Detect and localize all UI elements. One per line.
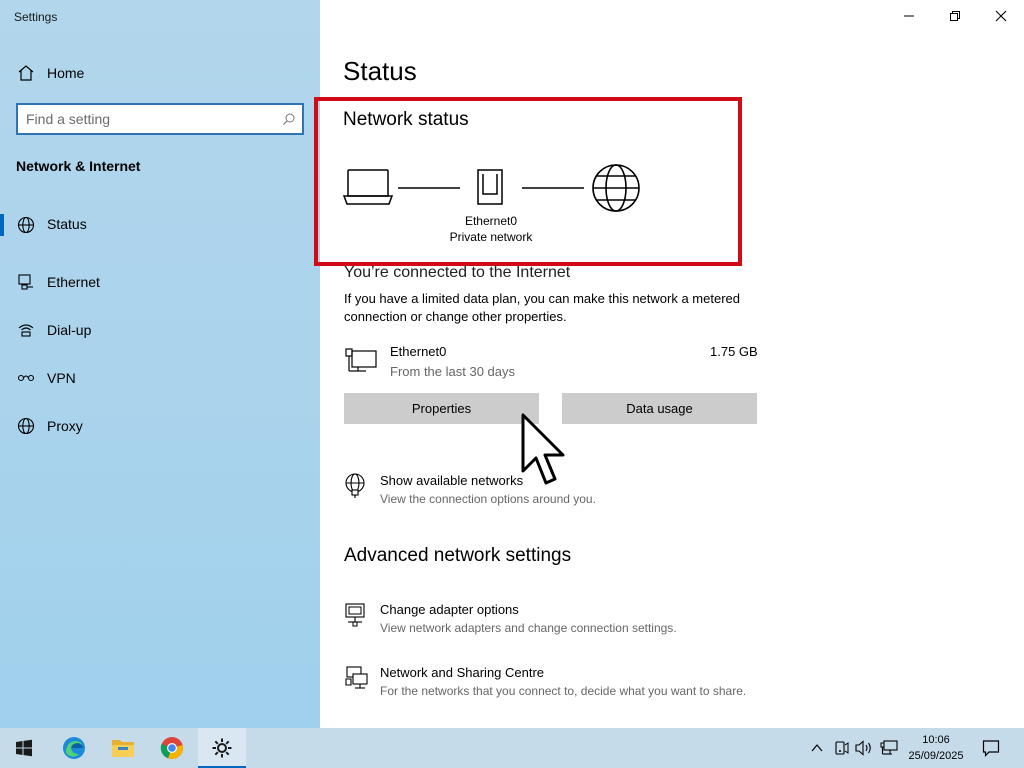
meet-now-tray-button[interactable] — [830, 728, 852, 768]
volume-tray-button[interactable] — [853, 728, 875, 768]
home-icon — [16, 64, 36, 82]
show-networks-title: Show available networks — [380, 473, 524, 488]
page-title: Status — [343, 56, 417, 86]
connected-title: You’re connected to the Internet — [344, 264, 571, 281]
show-hidden-icons-button[interactable] — [806, 728, 828, 768]
laptop-icon — [342, 169, 394, 205]
ethernet-port-icon — [477, 169, 503, 205]
sidebar-item-label: Status — [47, 216, 87, 232]
edge-icon — [63, 737, 85, 759]
start-button[interactable] — [0, 728, 48, 768]
search-input[interactable] — [18, 111, 276, 127]
proxy-globe-icon — [16, 417, 36, 435]
sharing-centre-subtitle: For the networks that you connect to, de… — [380, 684, 747, 698]
sharing-centre-icon — [345, 666, 368, 689]
sharing-centre-title: Network and Sharing Centre — [380, 665, 545, 680]
usage-period: From the last 30 days — [390, 364, 515, 379]
sidebar-item-proxy[interactable]: Proxy — [0, 402, 320, 450]
sidebar: Settings Home Network & Internet Status … — [0, 0, 320, 728]
network-diagram — [342, 164, 640, 212]
app-title: Settings — [14, 10, 58, 24]
network-status-title: Network status — [343, 109, 469, 130]
ethernet-adapter-icon — [345, 348, 377, 372]
ethernet-icon — [16, 273, 36, 291]
clock-date: 25/09/2025 — [908, 750, 964, 762]
adapter-options-subtitle: View network adapters and change connect… — [380, 621, 677, 635]
search-box[interactable] — [16, 103, 304, 135]
sidebar-item-label: VPN — [47, 370, 76, 386]
network-tray-button[interactable] — [877, 728, 901, 768]
file-explorer-taskbar-button[interactable] — [99, 728, 147, 768]
device-tray-icon — [835, 741, 849, 755]
mouse-cursor-icon — [521, 413, 565, 485]
search-icon[interactable] — [276, 112, 302, 126]
adapter-name: Ethernet0 — [464, 214, 518, 228]
clock-time: 10:06 — [922, 734, 950, 746]
settings-icon — [212, 738, 232, 758]
network-tray-icon — [880, 740, 898, 755]
sidebar-item-label: Dial-up — [47, 322, 92, 338]
properties-button[interactable]: Properties — [344, 393, 539, 424]
chrome-taskbar-button[interactable] — [148, 728, 196, 768]
internet-globe-icon — [592, 164, 640, 212]
edge-taskbar-button[interactable] — [50, 728, 98, 768]
sidebar-item-ethernet[interactable]: Ethernet — [0, 258, 320, 306]
sidebar-item-vpn[interactable]: VPN — [0, 354, 320, 402]
network-type: Private network — [449, 230, 533, 244]
file-explorer-icon — [112, 740, 134, 757]
ethernet-adapter-name: Ethernet0 — [390, 344, 447, 359]
globe-icon — [16, 216, 36, 234]
taskbar: 10:06 25/09/2025 — [0, 728, 1024, 768]
data-usage-button[interactable]: Data usage — [562, 393, 757, 424]
sidebar-item-label: Proxy — [47, 418, 83, 434]
section-title: Network & Internet — [16, 158, 141, 174]
adapter-options-title: Change adapter options — [380, 602, 519, 617]
network-globe-icon — [345, 473, 365, 498]
sidebar-nav: Status Ethernet Dial-up VPN Proxy — [0, 210, 320, 450]
adapter-monitor-icon — [345, 603, 365, 627]
home-label: Home — [47, 65, 85, 81]
sidebar-item-label: Ethernet — [47, 274, 100, 290]
vpn-icon — [16, 369, 36, 387]
start-icon — [16, 739, 32, 757]
action-center-button[interactable] — [976, 728, 1006, 768]
connected-description: If you have a limited data plan, you can… — [344, 291, 740, 324]
sidebar-item-status[interactable]: Status — [0, 210, 320, 258]
notification-icon — [982, 740, 1000, 757]
home-nav-item[interactable]: Home — [0, 60, 320, 86]
dialup-icon — [16, 321, 36, 339]
main-content: Status Network status Ethernet0 Private … — [314, 0, 1024, 728]
advanced-settings-title: Advanced network settings — [344, 545, 572, 566]
show-networks-subtitle: View the connection options around you. — [380, 492, 596, 506]
data-usage-value: 1.75 GB — [710, 344, 758, 359]
speaker-icon — [855, 740, 871, 756]
taskbar-clock[interactable]: 10:06 25/09/2025 — [903, 732, 969, 764]
chrome-icon — [160, 737, 183, 760]
chevron-up-icon — [811, 744, 823, 752]
settings-taskbar-button[interactable] — [198, 728, 246, 768]
sidebar-item-dial-up[interactable]: Dial-up — [0, 306, 320, 354]
